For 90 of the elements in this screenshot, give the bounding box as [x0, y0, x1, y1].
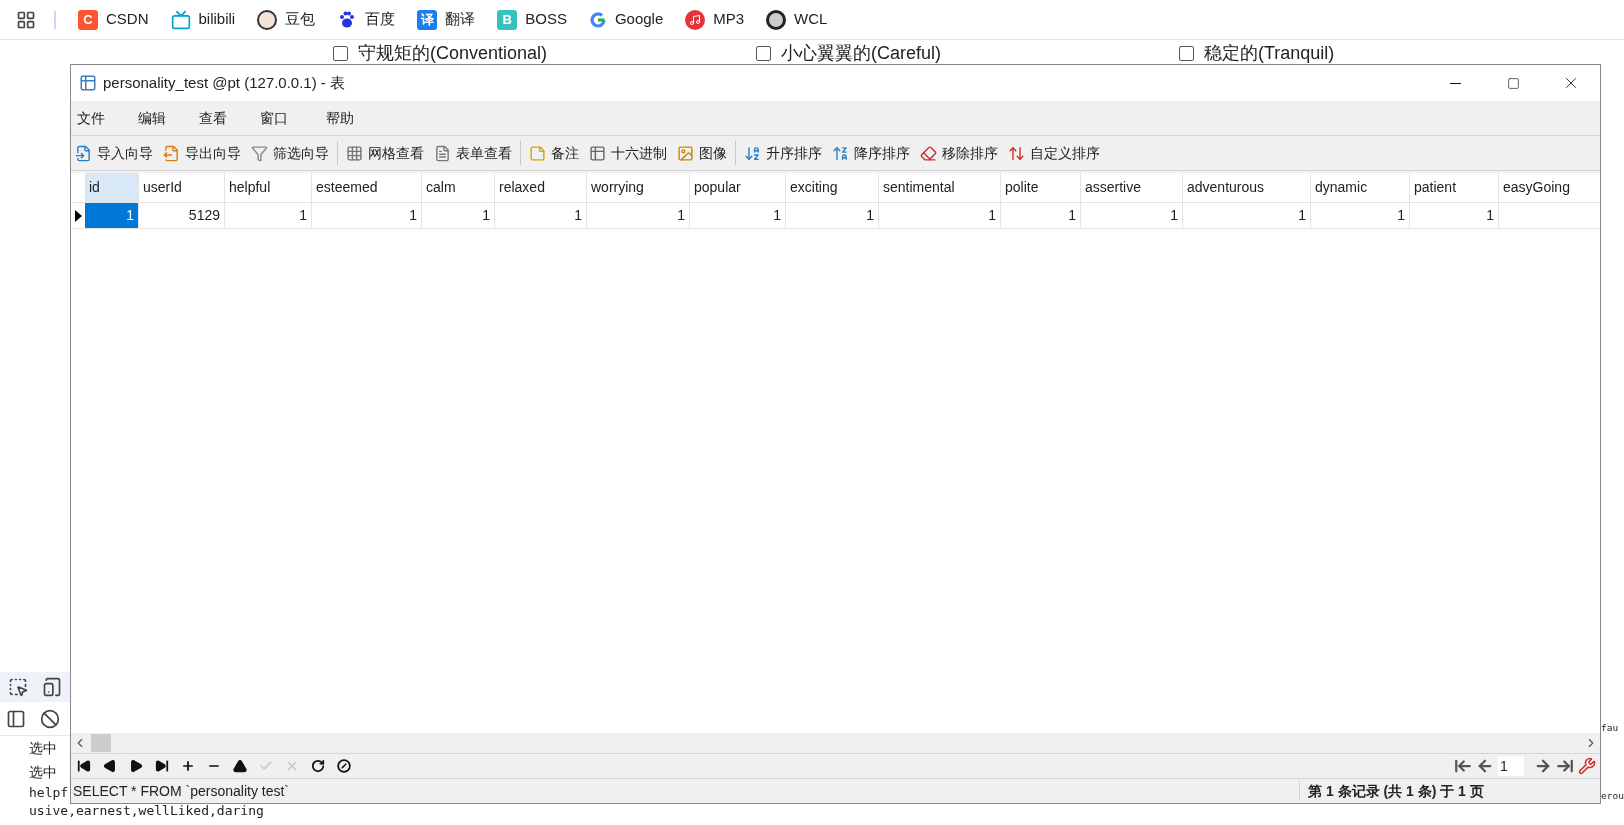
- toolbar-button[interactable]: 升序排序: [744, 142, 822, 164]
- google-icon: [588, 10, 607, 29]
- console-fragment: fau: [1601, 721, 1619, 735]
- page-field[interactable]: 1: [1498, 756, 1524, 776]
- import-icon: [75, 144, 92, 162]
- up-icon: [233, 759, 247, 773]
- apps-icon[interactable]: [16, 9, 36, 30]
- first-page-icon[interactable]: [1454, 757, 1472, 775]
- export-icon: [163, 144, 180, 162]
- image-icon: [677, 144, 694, 162]
- bookmark-link[interactable]: 百度: [337, 8, 396, 31]
- custom-sort-icon: [1008, 144, 1025, 162]
- option-checkbox[interactable]: 小心翼翼的(Careful): [756, 44, 941, 63]
- option-checkbox[interactable]: 稳定的(Tranquil): [1179, 44, 1335, 63]
- form-icon: [434, 144, 451, 162]
- sort-descending-icon: [832, 144, 849, 162]
- menu-item[interactable]: 查看: [199, 107, 260, 129]
- badge-icon: [766, 9, 787, 30]
- sort-ascending-icon: [744, 144, 761, 162]
- minimize-icon: [1449, 82, 1461, 84]
- toolbar-button[interactable]: 十六进制: [589, 142, 667, 164]
- refresh-icon: [311, 759, 325, 773]
- window-title: personality_test @pt (127.0.0.1) - 表: [103, 72, 345, 93]
- toolbar-button[interactable]: 网格查看: [346, 142, 424, 164]
- clear-icon[interactable]: [40, 708, 60, 729]
- record-count-text: 第 1 条记录 (共 1 条) 于 1 页: [1307, 781, 1485, 801]
- last-icon: [155, 759, 169, 773]
- remove-sort-icon: [920, 144, 937, 162]
- toolbar-button[interactable]: 导入向导: [75, 142, 153, 164]
- bookmark-link[interactable]: C CSDN: [78, 8, 149, 31]
- filter-icon: [251, 144, 268, 162]
- last-page-icon[interactable]: [1556, 757, 1574, 775]
- device-icon[interactable]: [42, 677, 62, 697]
- tv-icon: [170, 9, 191, 30]
- note-icon: [529, 144, 546, 162]
- toolbar-button[interactable]: 自定义排序: [1008, 142, 1100, 164]
- music-icon: [685, 9, 706, 30]
- avatar-icon: [257, 9, 278, 30]
- toolbar-button[interactable]: 表单查看: [434, 142, 512, 164]
- menu-item[interactable]: 帮助: [326, 107, 387, 129]
- console-line: usive,earnest,wellLiked,daring: [29, 802, 264, 820]
- console-line: helpf: [29, 784, 69, 802]
- prev-icon: [103, 759, 117, 773]
- bookmark-link[interactable]: MP3: [685, 8, 745, 31]
- toolbar-button[interactable]: 筛选向导: [251, 142, 329, 164]
- bookmark-link[interactable]: WCL: [766, 8, 828, 31]
- previous-record-button[interactable]: [103, 757, 117, 775]
- toolbar-button[interactable]: 导出向导: [163, 142, 241, 164]
- menu-item[interactable]: 编辑: [138, 107, 199, 129]
- bookmark-link[interactable]: bilibili: [170, 8, 236, 31]
- hex-grid-icon: [589, 144, 606, 162]
- scrollbar-thumb[interactable]: [91, 734, 111, 752]
- bookmark-link[interactable]: 译 翻译: [417, 8, 476, 31]
- console-fragment: erou: [1601, 789, 1624, 804]
- table-icon: [79, 74, 97, 92]
- menu-item[interactable]: 窗口: [260, 107, 326, 129]
- tools-icon[interactable]: [1578, 757, 1596, 775]
- previous-page-icon[interactable]: [1476, 757, 1494, 775]
- bookmark-link[interactable]: 豆包: [257, 8, 316, 31]
- maximize-icon: [1506, 76, 1520, 90]
- toolbar-button[interactable]: 图像: [677, 142, 727, 164]
- bookmark-link[interactable]: Google: [588, 8, 664, 31]
- cancel-icon: [285, 759, 299, 773]
- bookmark-icon: B: [497, 9, 518, 30]
- menu-item[interactable]: 文件: [77, 107, 138, 129]
- inspect-icon[interactable]: [8, 677, 28, 697]
- apply-icon: [259, 759, 273, 773]
- column-header[interactable]: id: [85, 173, 139, 202]
- option-checkbox[interactable]: 守规矩的(Conventional): [333, 44, 548, 63]
- stop-button[interactable]: [337, 757, 351, 775]
- stop-icon: [337, 759, 351, 773]
- refresh-button[interactable]: [311, 757, 325, 775]
- bookmark-link[interactable]: B BOSS: [497, 8, 567, 31]
- console-line: 选中: [29, 739, 57, 758]
- up-button[interactable]: [233, 757, 247, 775]
- next-record-button[interactable]: [129, 757, 143, 775]
- next-page-icon[interactable]: [1534, 757, 1552, 775]
- first-icon: [77, 759, 91, 773]
- toolbar-button[interactable]: 降序排序: [832, 142, 910, 164]
- console-line: 选中: [29, 763, 57, 782]
- toolbar-button[interactable]: 移除排序: [920, 142, 998, 164]
- sql-query-text: SELECT * FROM `personality test`: [72, 781, 290, 801]
- sidebar-icon[interactable]: [6, 708, 26, 729]
- grid-icon: [346, 144, 363, 162]
- bookmark-icon: C: [78, 9, 98, 30]
- table-cell[interactable]: 1: [85, 203, 139, 228]
- next-icon: [129, 759, 143, 773]
- bookmark-icon: 译: [417, 9, 438, 30]
- toolbar-button[interactable]: 备注: [529, 142, 579, 164]
- add-icon: [181, 759, 195, 773]
